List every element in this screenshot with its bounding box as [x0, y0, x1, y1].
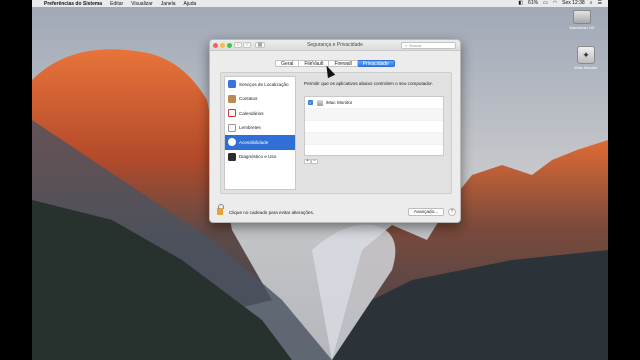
add-remove-controls: + − — [304, 159, 318, 164]
battery-icon[interactable]: ▭ — [543, 0, 548, 7]
window-footer: Clique no cadeado para evitar alterações… — [210, 202, 460, 222]
tab-general[interactable]: Geral — [275, 60, 300, 67]
letterbox-right — [608, 0, 640, 360]
status-icon[interactable]: ◧ — [518, 0, 523, 7]
help-button[interactable]: ? — [448, 208, 456, 216]
hard-drive-icon — [573, 10, 591, 24]
privacy-panel: Serviços de Localização Contatos Calendá… — [220, 72, 452, 194]
app-name: iMac Monitor — [326, 100, 353, 105]
sidebar-item-label: Serviços de Localização — [239, 81, 289, 87]
desktop: Preferências do Sistema Editar Visualiza… — [32, 0, 608, 360]
list-item-empty — [305, 121, 443, 133]
add-app-button[interactable]: + — [304, 159, 311, 164]
sidebar-item-label: Contatos — [239, 96, 258, 102]
search-placeholder: Buscar — [409, 43, 422, 48]
sidebar-item-calendars[interactable]: Calendários — [225, 106, 295, 121]
sidebar-item-diagnostics[interactable]: Diagnóstico e Uso — [225, 150, 295, 165]
notification-center-icon[interactable]: ☰ — [598, 0, 602, 7]
wifi-icon[interactable]: ◠ — [553, 0, 557, 7]
letterbox-left — [0, 0, 32, 360]
tab-privacy[interactable]: Privacidade — [357, 60, 395, 67]
calendar-icon — [228, 109, 236, 118]
sidebar-item-label: Diagnóstico e Uso — [239, 154, 277, 160]
desktop-icon-imac-monitor[interactable]: ✦ iMac Monitor — [566, 46, 606, 70]
lock-icon[interactable] — [217, 204, 224, 215]
desktop-icon-hd[interactable]: Macintosh HD — [562, 10, 602, 30]
sidebar-item-label: Calendários — [239, 110, 264, 116]
sidebar-item-reminders[interactable]: Lembretes — [225, 121, 295, 136]
imac-monitor-label: iMac Monitor — [574, 65, 598, 70]
list-item-empty — [305, 133, 443, 145]
app-checkbox[interactable]: ✓ — [308, 100, 313, 105]
menu-app-name[interactable]: Preferências do Sistema — [44, 1, 102, 7]
spotlight-icon[interactable]: ⌕ — [590, 0, 593, 7]
allow-description: Permitir que os aplicativos abaixo contr… — [304, 81, 433, 86]
accessibility-pane: Permitir que os aplicativos abaixo contr… — [301, 76, 451, 190]
tab-firewall[interactable]: Firewall — [329, 60, 358, 67]
menu-extras: ◧ 61% ▭ ◠ Sex 12:38 ⌕ ☰ — [518, 0, 608, 7]
sidebar-item-accessibility[interactable]: Acessibilidade — [225, 135, 295, 150]
contacts-icon — [228, 94, 236, 103]
remove-app-button[interactable]: − — [311, 159, 318, 164]
imac-monitor-icon — [317, 99, 323, 106]
imac-monitor-app-icon: ✦ — [577, 46, 595, 64]
reminders-icon — [228, 123, 236, 132]
privacy-sidebar: Serviços de Localização Contatos Calendá… — [224, 76, 296, 190]
diagnostics-icon — [228, 152, 236, 161]
accessibility-icon — [228, 138, 236, 147]
menu-bar: Preferências do Sistema Editar Visualiza… — [32, 0, 608, 7]
sidebar-item-label: Acessibilidade — [239, 139, 269, 145]
sidebar-item-contacts[interactable]: Contatos — [225, 92, 295, 107]
clock[interactable]: Sex 12:38 — [562, 0, 585, 7]
menu-item-help[interactable]: Ajuda — [183, 1, 196, 7]
security-privacy-window: ‹ › ▦ Segurança e Privacidade ⌕ Buscar G… — [209, 39, 461, 223]
sidebar-item-label: Lembretes — [239, 125, 261, 131]
location-icon — [228, 80, 236, 89]
lock-description: Clique no cadeado para evitar alterações… — [229, 210, 315, 215]
advanced-button[interactable]: Avançado... — [407, 208, 444, 216]
sidebar-item-location-services[interactable]: Serviços de Localização — [225, 77, 295, 92]
tab-bar: Geral FileVault Firewall Privacidade — [210, 60, 460, 67]
menu-item-window[interactable]: Janela — [161, 1, 176, 7]
app-list: ✓ iMac Monitor — [304, 96, 444, 156]
hd-label: Macintosh HD — [569, 25, 595, 30]
list-item[interactable]: ✓ iMac Monitor — [305, 97, 443, 109]
menu-item-edit[interactable]: Editar — [110, 1, 123, 7]
battery-percent[interactable]: 61% — [528, 0, 538, 7]
list-item-empty — [305, 109, 443, 121]
search-icon: ⌕ — [405, 43, 408, 48]
search-input[interactable]: ⌕ Buscar — [401, 42, 456, 49]
menu-item-view[interactable]: Visualizar — [131, 1, 153, 7]
title-bar[interactable]: ‹ › ▦ Segurança e Privacidade ⌕ Buscar — [210, 40, 460, 51]
